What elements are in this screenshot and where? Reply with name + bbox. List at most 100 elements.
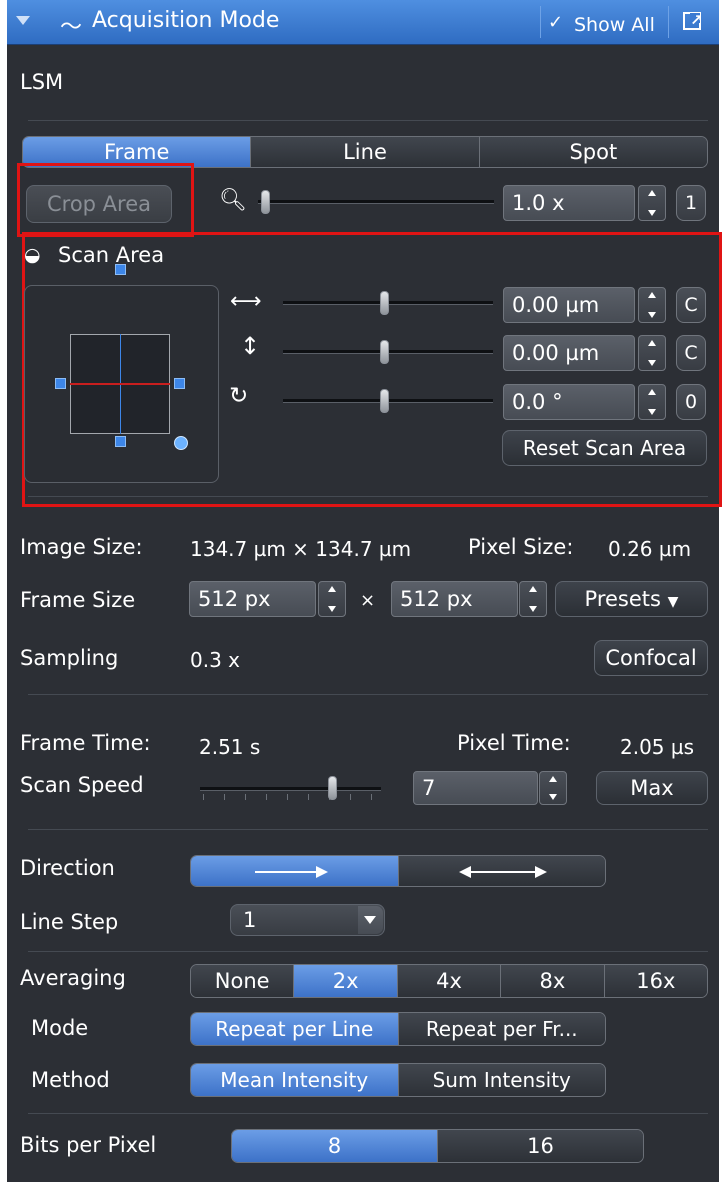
presets-button[interactable]: Presets ▼ [555, 581, 708, 617]
frame-height-spinner[interactable] [519, 581, 547, 617]
frame-time-value: 2.51 s [199, 735, 261, 759]
chevron-down-icon [364, 916, 376, 924]
zoom-spinner[interactable] [638, 185, 666, 221]
bits-16-option[interactable]: 16 [437, 1130, 643, 1162]
unidirectional-option[interactable] [191, 856, 398, 886]
tab-spot[interactable]: Spot [478, 137, 707, 167]
scan-speed-spinner[interactable] [539, 771, 567, 805]
scan-handle-top[interactable] [115, 264, 126, 275]
header-separator [540, 6, 541, 38]
offset-y-slider-handle[interactable] [380, 340, 389, 364]
offset-y-reset-button[interactable]: C [676, 335, 706, 371]
rotation-reset-button[interactable]: 0 [676, 384, 706, 420]
offset-y-input[interactable]: 0.00 µm [503, 335, 635, 371]
zoom-input[interactable]: 1.0 x [503, 185, 635, 221]
rotation-handle[interactable] [174, 436, 188, 450]
offset-x-reset-button[interactable]: C [676, 287, 706, 323]
max-speed-button[interactable]: Max [596, 771, 708, 805]
image-size-value: 134.7 µm × 134.7 µm [190, 537, 412, 561]
panel-title: Acquisition Mode [92, 8, 280, 33]
slider-tick [203, 794, 204, 800]
bidirectional-arrow-icon [468, 871, 537, 873]
zoom-magnifier-icon: 🔍︎ [219, 188, 247, 213]
mean-intensity-option[interactable]: Mean Intensity [191, 1064, 398, 1096]
crop-area-button[interactable]: Crop Area [26, 185, 172, 223]
averaging-none[interactable]: None [191, 965, 294, 997]
zoom-slider-track[interactable] [258, 200, 494, 204]
slider-tick [245, 794, 246, 800]
frame-width-spinner[interactable] [318, 581, 346, 617]
sum-intensity-option[interactable]: Sum Intensity [397, 1064, 605, 1096]
frame-size-label: Frame Size [20, 588, 136, 612]
offset-x-input[interactable]: 0.00 µm [503, 287, 635, 323]
sampling-label: Sampling [20, 646, 119, 670]
averaging-mode-label: Mode [31, 1016, 89, 1040]
offset-x-slider-handle[interactable] [380, 291, 389, 315]
image-size-label: Image Size: [20, 535, 143, 559]
averaging-label: Averaging [20, 966, 126, 990]
frame-height-input[interactable]: 512 px [391, 581, 518, 617]
rotation-spinner[interactable] [638, 384, 666, 420]
averaging-8x[interactable]: 8x [500, 965, 604, 997]
direction-toggle [190, 855, 606, 887]
scan-speed-slider-handle[interactable] [328, 776, 337, 800]
arrowhead-right-icon [316, 866, 328, 878]
repeat-per-line-option[interactable]: Repeat per Line [191, 1013, 398, 1045]
averaging-options: None 2x 4x 8x 16x [190, 964, 708, 998]
vertical-offset-icon: ↕ [240, 332, 261, 360]
collapse-circle-icon[interactable]: ◒ [24, 244, 41, 266]
tab-line[interactable]: Line [250, 137, 479, 167]
scan-handle-right[interactable] [174, 378, 185, 389]
scan-handle-left[interactable] [55, 378, 66, 389]
slider-tick [350, 794, 351, 800]
slider-tick [224, 794, 225, 800]
confocal-button[interactable]: Confocal [594, 640, 708, 676]
horizontal-offset-icon: ⟷ [230, 289, 262, 314]
frame-time-label: Frame Time: [20, 731, 151, 755]
bits-per-pixel-options: 8 16 [231, 1129, 644, 1163]
frame-width-input[interactable]: 512 px [189, 581, 316, 617]
dropdown-arrow-icon: ▼ [667, 594, 679, 610]
bits-8-option[interactable]: 8 [232, 1130, 437, 1162]
slider-tick [308, 794, 309, 800]
rotation-input[interactable]: 0.0 ° [503, 384, 635, 420]
pixel-time-label: Pixel Time: [457, 731, 571, 755]
averaging-4x[interactable]: 4x [396, 965, 501, 997]
averaging-16x[interactable]: 16x [603, 965, 707, 997]
divider [28, 951, 708, 952]
scan-area-title: Scan Area [58, 243, 165, 267]
divider [28, 829, 708, 830]
scan-horizontal-axis [70, 383, 170, 385]
scan-speed-input[interactable]: 7 [413, 771, 538, 805]
unidirectional-arrow-icon [255, 871, 317, 873]
zoom-reset-button[interactable]: 1 [676, 185, 706, 221]
averaging-method-toggle: Mean Intensity Sum Intensity [190, 1063, 606, 1097]
divider [28, 1113, 708, 1114]
repeat-per-frame-option[interactable]: Repeat per Fr... [397, 1013, 605, 1045]
scan-speed-label: Scan Speed [20, 773, 144, 797]
line-step-label: Line Step [20, 910, 119, 934]
sampling-value: 0.3 x [190, 648, 240, 672]
scan-speed-slider-track[interactable] [200, 787, 381, 791]
section-label: LSM [20, 70, 64, 94]
slider-tick [266, 794, 267, 800]
rotation-icon: ↻ [229, 383, 249, 409]
times-symbol: × [360, 590, 376, 611]
popout-arrow-icon: ↗ [690, 11, 703, 29]
offset-x-spinner[interactable] [638, 287, 666, 323]
offset-y-spinner[interactable] [638, 335, 666, 371]
pixel-size-value: 0.26 µm [608, 537, 692, 561]
zoom-slider-handle[interactable] [261, 190, 270, 214]
averaging-mode-toggle: Repeat per Line Repeat per Fr... [190, 1012, 606, 1046]
show-all-toggle[interactable]: Show All [574, 14, 655, 36]
averaging-2x[interactable]: 2x [293, 965, 397, 997]
reset-scan-area-button[interactable]: Reset Scan Area [502, 430, 707, 466]
bidirectional-option[interactable] [397, 856, 605, 886]
arrowhead-right-icon [534, 866, 547, 878]
scan-handle-bottom[interactable] [115, 436, 126, 447]
checkmark-icon[interactable]: ✓ [548, 12, 563, 33]
collapse-arrow-icon[interactable] [16, 16, 30, 25]
rotation-slider-handle[interactable] [380, 389, 389, 413]
divider [28, 496, 708, 497]
line-step-value: 1 [243, 908, 257, 932]
